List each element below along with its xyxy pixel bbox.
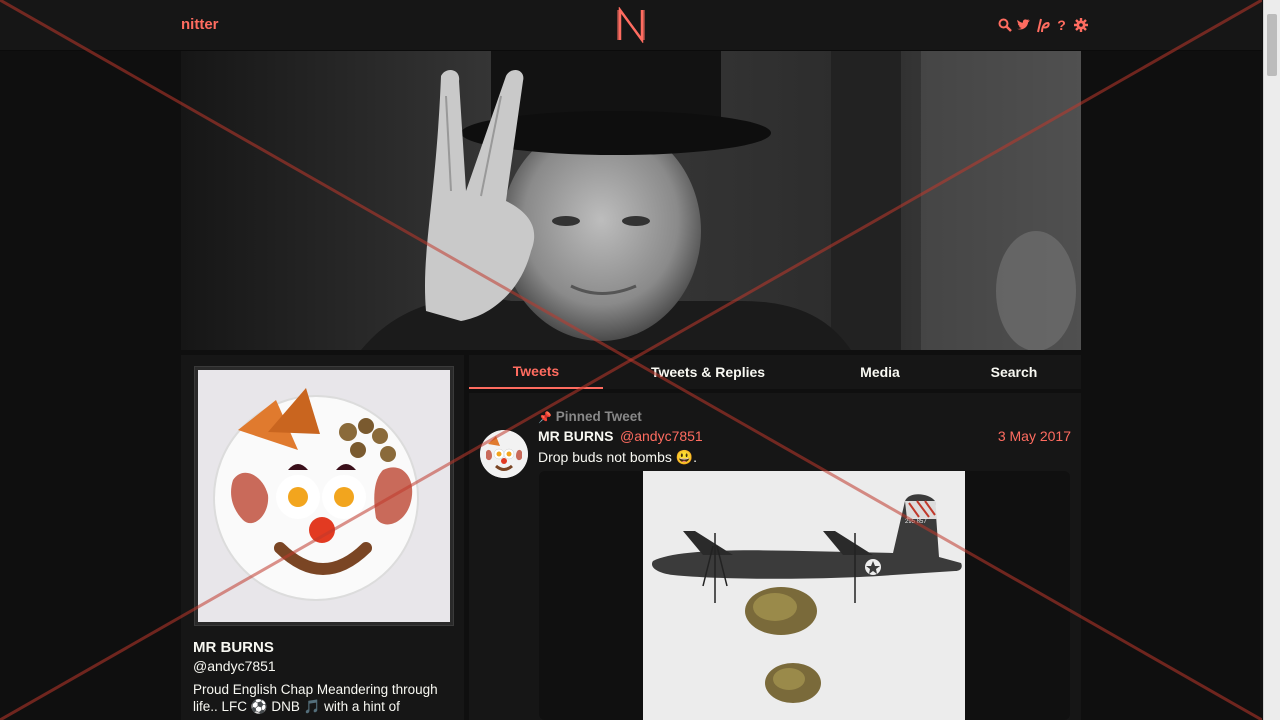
profile-handle[interactable]: @andyc7851 xyxy=(193,658,276,674)
profile-card: MR BURNS @andyc7851 Proud English Chap M… xyxy=(181,355,464,720)
top-navbar: nitter ? xyxy=(0,0,1262,51)
tweet-text: Drop buds not bombs 😃. xyxy=(538,449,698,465)
twitter-bird-icon[interactable] xyxy=(1016,16,1031,34)
tweet-author-name[interactable]: MR BURNS xyxy=(538,428,613,444)
tab-search[interactable]: Search xyxy=(947,355,1081,389)
pin-icon: 📌 xyxy=(538,412,552,424)
tweet-photo[interactable]: 295 857 xyxy=(643,471,965,720)
profile-name[interactable]: MR BURNS xyxy=(193,639,274,656)
search-icon[interactable] xyxy=(997,16,1012,34)
tweet-media[interactable]: 295 857 xyxy=(539,471,1070,720)
aircraft-serial-number: 295 857 xyxy=(905,519,927,525)
profile-avatar[interactable] xyxy=(194,366,454,626)
help-icon[interactable]: ? xyxy=(1054,16,1069,34)
profile-banner[interactable] xyxy=(181,51,1081,350)
settings-gear-icon[interactable] xyxy=(1073,16,1088,34)
rss-icon[interactable] xyxy=(1035,16,1050,34)
tweet-author-handle[interactable]: @andyc7851 xyxy=(620,428,703,444)
page-scrollbar[interactable] xyxy=(1263,0,1280,720)
profile-bio: Proud English Chap Meandering through li… xyxy=(193,682,438,714)
scrollbar-thumb[interactable] xyxy=(1267,14,1277,76)
nitter-logo-icon[interactable] xyxy=(616,7,646,43)
brand-link[interactable]: nitter xyxy=(181,16,219,33)
pinned-tweet-label: 📌 Pinned Tweet xyxy=(538,409,642,424)
tab-tweets[interactable]: Tweets xyxy=(469,355,603,389)
tab-media[interactable]: Media xyxy=(813,355,947,389)
pinned-text: Pinned Tweet xyxy=(555,409,642,424)
tab-tweets-replies[interactable]: Tweets & Replies xyxy=(603,355,813,389)
timeline: 📌 Pinned Tweet MR BURNS @andyc7851 3 May … xyxy=(469,393,1081,720)
tweet-date[interactable]: 3 May 2017 xyxy=(998,428,1071,444)
tweet-avatar[interactable] xyxy=(480,430,528,478)
timeline-tabs: Tweets Tweets & Replies Media Search xyxy=(469,355,1081,389)
